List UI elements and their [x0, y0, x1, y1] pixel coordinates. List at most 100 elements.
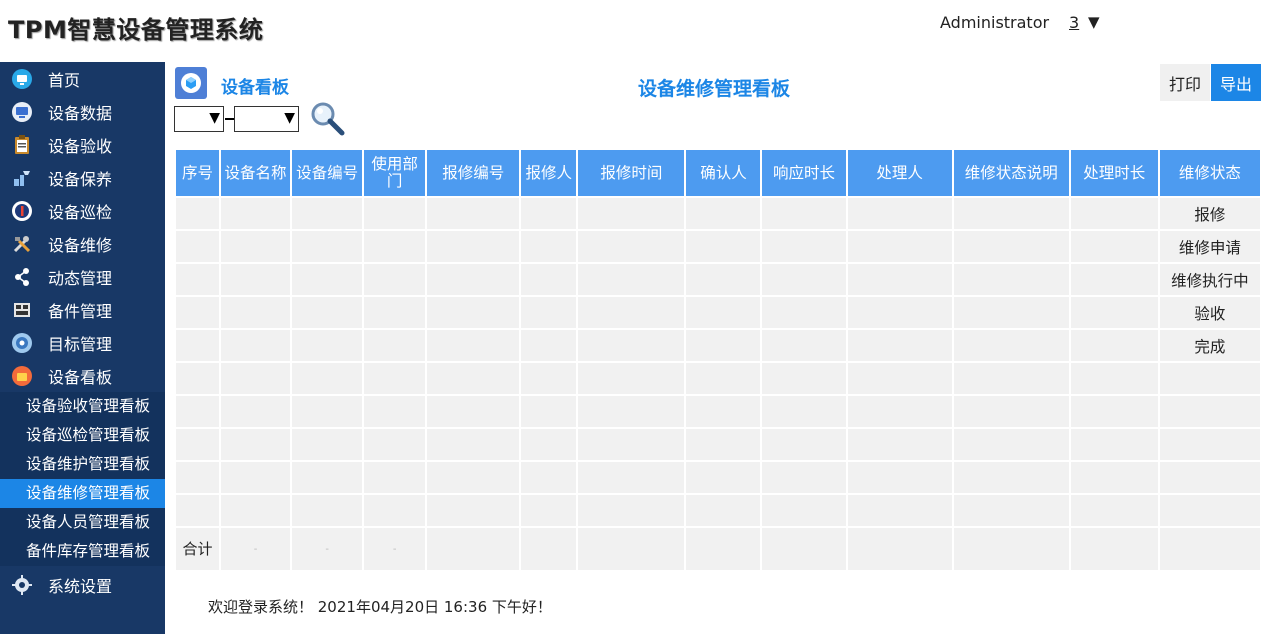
table-cell [578, 297, 685, 328]
table-cell [847, 495, 952, 526]
table-row: 验收 [176, 297, 1260, 328]
sidebar-item-maintenance[interactable]: 设备保养 [0, 161, 165, 194]
submenu-personnel-board[interactable]: 设备人员管理看板 [0, 508, 165, 537]
table-cell [521, 198, 577, 229]
submenu-inspection-board[interactable]: 设备巡检管理看板 [0, 421, 165, 450]
table-row [176, 363, 1260, 394]
home-icon [11, 68, 33, 90]
column-header: 报修人 [521, 150, 577, 196]
status-cell [1159, 429, 1260, 460]
sidebar-item-targets[interactable]: 目标管理 [0, 326, 165, 359]
submenu-repair-board[interactable]: 设备维修管理看板 [0, 479, 165, 508]
table-cell [686, 231, 761, 262]
sidebar-item-dynamic[interactable]: 动态管理 [0, 260, 165, 293]
table-cell [292, 462, 363, 493]
export-button[interactable]: 导出 [1211, 64, 1261, 101]
total-cell [953, 528, 1069, 570]
submenu-acceptance-board[interactable]: 设备验收管理看板 [0, 392, 165, 421]
table-body: 报修 维修申请 维修执行中 验收 完成 合计 - - - [176, 198, 1260, 570]
user-menu[interactable]: Administrator 3 ▼ [940, 13, 1100, 32]
table-cell [221, 264, 291, 295]
sidebar: 首页 设备数据 设备验收 设备保养 设备巡检 设备维修 动态管理 备件管理 目标… [0, 62, 165, 634]
table-cell [762, 330, 846, 361]
notification-count[interactable]: 3 [1069, 13, 1079, 32]
maintenance-icon [11, 167, 33, 189]
table-cell [686, 264, 761, 295]
table-cell [847, 462, 952, 493]
status-cell: 维修申请 [1159, 231, 1260, 262]
table-cell [521, 396, 577, 427]
table-cell [847, 363, 952, 394]
end-select[interactable]: ▼ [234, 106, 299, 132]
sidebar-item-label: 设备维修 [48, 235, 113, 255]
table-cell [1070, 429, 1158, 460]
repair-board-table: 序号 设备名称 设备编号 使用部门 报修编号 报修人 报修时间 确认人 响应时长… [174, 148, 1262, 572]
column-header: 序号 [176, 150, 220, 196]
table-cell [221, 429, 291, 460]
table-cell [847, 231, 952, 262]
column-header: 维修状态说明 [953, 150, 1069, 196]
table-cell [427, 462, 520, 493]
chevron-down-icon[interactable]: ▼ [1088, 13, 1100, 31]
table-cell [427, 495, 520, 526]
submenu-parts-inventory-board[interactable]: 备件库存管理看板 [0, 537, 165, 566]
table-cell [427, 297, 520, 328]
sidebar-item-label: 设备验收 [48, 136, 113, 156]
sidebar-item-equipment-data[interactable]: 设备数据 [0, 95, 165, 128]
user-name[interactable]: Administrator [940, 13, 1049, 32]
table-row [176, 429, 1260, 460]
total-cell [762, 528, 846, 570]
table-cell [1070, 363, 1158, 394]
column-header: 报修编号 [427, 150, 520, 196]
table-cell [364, 297, 426, 328]
status-cell [1159, 363, 1260, 394]
sidebar-item-dashboard[interactable]: 设备看板 [0, 359, 165, 392]
table-cell [847, 429, 952, 460]
sidebar-item-label: 系统设置 [48, 576, 113, 596]
table-cell [176, 264, 220, 295]
table-row [176, 495, 1260, 526]
table-cell [427, 231, 520, 262]
print-button[interactable]: 打印 [1160, 64, 1210, 101]
table-cell [1070, 297, 1158, 328]
table-cell [292, 198, 363, 229]
sidebar-item-inspection[interactable]: 设备巡检 [0, 194, 165, 227]
column-header: 设备名称 [221, 150, 291, 196]
sidebar-item-label: 设备看板 [48, 367, 113, 387]
table-cell [762, 429, 846, 460]
table-cell [521, 429, 577, 460]
submenu-maintenance-board[interactable]: 设备维护管理看板 [0, 450, 165, 479]
sidebar-item-acceptance[interactable]: 设备验收 [0, 128, 165, 161]
target-icon [11, 332, 33, 354]
table-total-row: 合计 - - - [176, 528, 1260, 570]
table-cell [364, 429, 426, 460]
status-cell: 维修执行中 [1159, 264, 1260, 295]
status-cell [1159, 495, 1260, 526]
sidebar-item-label: 动态管理 [48, 268, 113, 288]
table-cell [578, 198, 685, 229]
search-icon[interactable] [308, 100, 348, 138]
start-select[interactable]: ▼ [174, 106, 224, 132]
table-cell [686, 363, 761, 394]
table-cell [578, 495, 685, 526]
status-cell: 验收 [1159, 297, 1260, 328]
sidebar-item-label: 设备数据 [48, 103, 113, 123]
table-cell [364, 462, 426, 493]
sidebar-item-home[interactable]: 首页 [0, 62, 165, 95]
total-cell: - [364, 528, 426, 570]
table-cell [686, 462, 761, 493]
table-cell [521, 462, 577, 493]
total-cell [1070, 528, 1158, 570]
sidebar-item-repair[interactable]: 设备维修 [0, 227, 165, 260]
table-cell [953, 297, 1069, 328]
share-icon [11, 266, 33, 288]
total-cell [427, 528, 520, 570]
sidebar-item-parts[interactable]: 备件管理 [0, 293, 165, 326]
table-cell [427, 264, 520, 295]
table-cell [364, 495, 426, 526]
table-cell [847, 396, 952, 427]
sidebar-item-settings[interactable]: 系统设置 [0, 568, 165, 601]
column-header: 设备编号 [292, 150, 363, 196]
table-cell [521, 495, 577, 526]
dashboard-submenu: 设备验收管理看板 设备巡检管理看板 设备维护管理看板 设备维修管理看板 设备人员… [0, 392, 165, 566]
